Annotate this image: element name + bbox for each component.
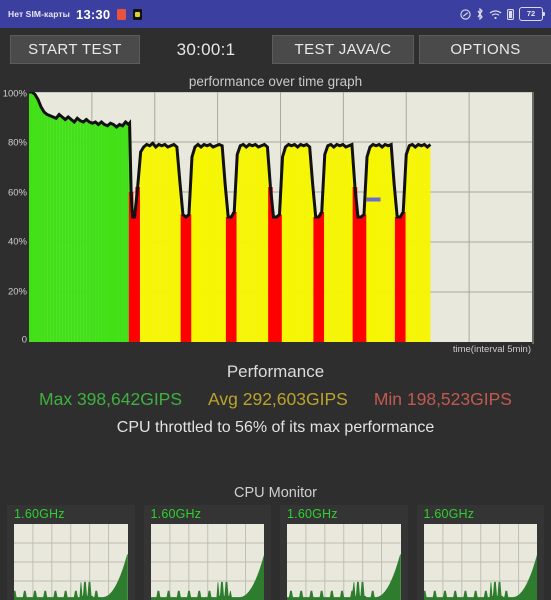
timer-label: 30:00:1 [176,39,236,59]
bluetooth-icon [476,8,484,20]
graph-y-axis: 100% 80% 60% 40% 20% 0 [0,88,29,346]
app-root: Нет SIM-карты 13:30 72 START TEST 30:00:… [0,0,551,600]
performance-graph-section: performance over time graph 100% 80% 60%… [0,72,551,360]
cpu-core-chart [14,524,128,600]
max-gips-label: Max 398,642GIPS [39,389,183,409]
throttle-message: CPU throttled to 56% of its max performa… [116,419,435,436]
app-icon-red [117,8,127,20]
cpu-core-grid: 1.60GHz 1.60GHz 1.60GHz 1.60GHz [7,505,544,600]
cpu-monitor-title: CPU Monitor [234,485,317,501]
status-bar-left: Нет SIM-карты 13:30 [8,6,143,22]
cpu-core-card: 1.60GHz [280,505,408,600]
y-tick-100: 100% [2,88,27,100]
start-test-button[interactable]: START TEST [10,35,140,64]
status-bar: Нет SIM-карты 13:30 72 [0,0,551,28]
graph-title: performance over time graph [188,74,363,89]
performance-chart [29,92,532,342]
cpu-core-freq-label: 1.60GHz [287,507,338,521]
cpu-core-card: 1.60GHz [416,505,544,600]
cpu-core-freq-label: 1.60GHz [150,507,202,521]
min-gips-label: Min 198,523GIPS [373,389,512,409]
cpu-core-freq-label: 1.60GHz [14,507,65,521]
cpu-core-card: 1.60GHz [7,505,135,600]
graph-right-edge [532,92,534,344]
status-bar-right: 72 [460,7,545,21]
cpu-core-card: 1.60GHz [143,505,271,600]
cpu-core-freq-label: 1.60GHz [423,507,475,521]
clock-label: 13:30 [76,6,111,22]
y-tick-80: 80% [7,137,27,149]
cpu-core-chart [150,524,264,600]
toolbar: START TEST 30:00:1 TEST JAVA/C OPTIONS [0,28,551,72]
cpu-monitor-section: CPU Monitor 1.60GHz 1.60GHz 1.60GHz 1.60… [0,482,551,600]
options-button[interactable]: OPTIONS [419,35,551,64]
test-java-c-button[interactable]: TEST JAVA/C [272,35,414,64]
battery-icon: 72 [519,7,545,21]
y-tick-0: 0 [21,334,27,346]
cpu-core-chart [287,524,401,600]
y-tick-20: 20% [7,286,27,298]
y-tick-60: 60% [7,187,27,199]
avg-gips-label: Avg 292,603GIPS [208,389,348,409]
cpu-core-chart [423,524,537,600]
performance-heading: Performance [226,362,325,381]
carrier-label: Нет SIM-карты [8,9,71,19]
app-icon-dark [133,8,143,20]
graph-plot-area[interactable] [29,92,532,342]
graph-x-axis-note: time(interval 5min) [452,344,531,355]
performance-stats-row: Max 398,642GIPS Avg 292,603GIPS Min 198,… [0,382,551,410]
wifi-icon [489,9,502,20]
performance-summary: Performance Max 398,642GIPS Avg 292,603G… [0,360,551,445]
y-tick-40: 40% [7,236,27,248]
signal-icon [507,8,514,20]
battery-percent-label: 72 [526,9,536,19]
dnd-icon [460,8,471,20]
